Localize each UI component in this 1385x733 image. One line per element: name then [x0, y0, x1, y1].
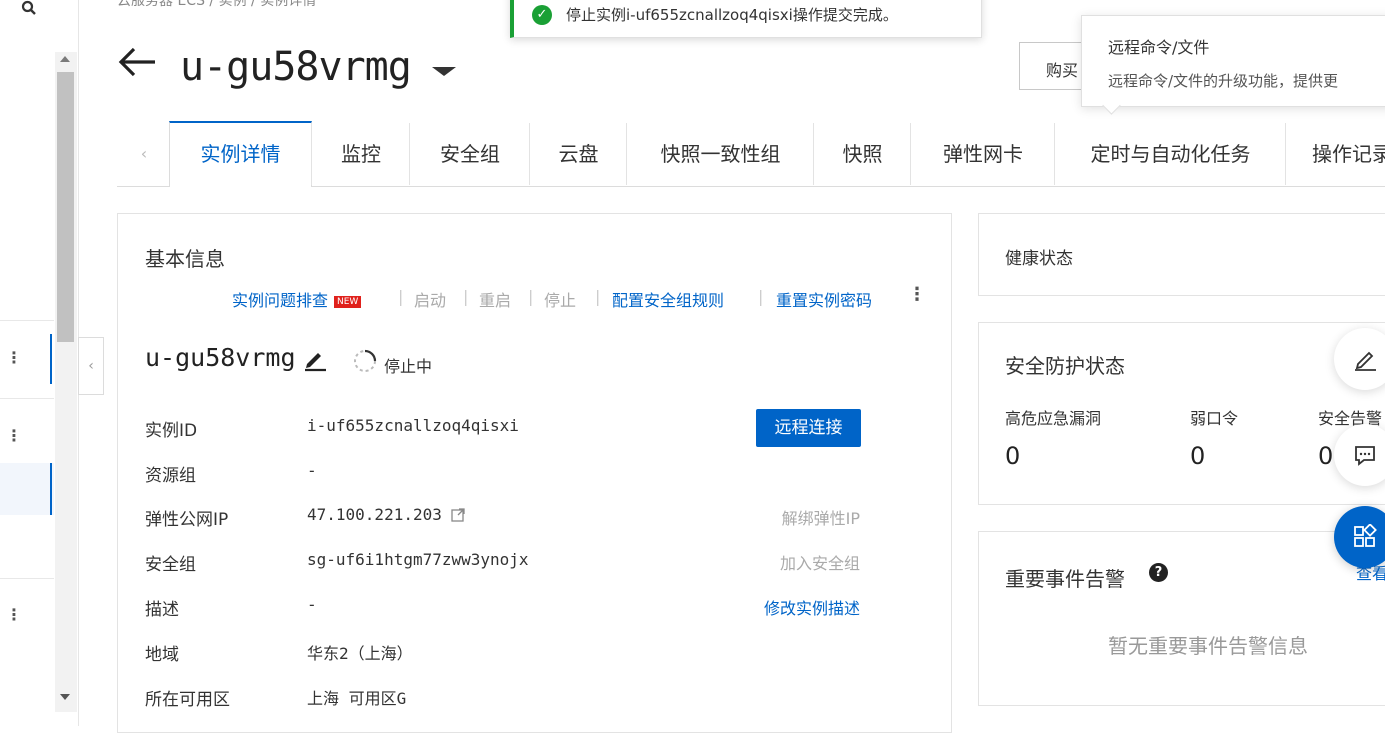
tab-snapshots[interactable]: 快照: [813, 123, 911, 185]
instance-name: u-gu58vrmg: [145, 343, 296, 372]
tab-instance-details[interactable]: 实例详情: [169, 121, 312, 187]
success-toast: ✓ 停止实例i-uf655zcnallzoq4qisxi操作提交完成。: [510, 0, 982, 38]
external-link-icon[interactable]: [450, 507, 466, 527]
apps-icon: [1354, 524, 1377, 547]
join-sg-link[interactable]: 加入安全组: [780, 550, 860, 574]
remote-connect-button[interactable]: 远程连接: [756, 409, 861, 447]
separator: |: [528, 287, 534, 306]
pencil-icon: [1355, 351, 1376, 371]
separator: |: [463, 287, 469, 306]
restart-button[interactable]: 重启: [479, 287, 511, 311]
arrow-left-icon[interactable]: [117, 45, 157, 88]
field-label: 资源组: [145, 466, 196, 486]
check-circle-icon: ✓: [532, 5, 552, 25]
sidebar-active-indicator: [50, 463, 52, 515]
tab-operation-log[interactable]: 操作记录: [1285, 123, 1385, 185]
separator: |: [595, 287, 601, 306]
sidebar-item-selected[interactable]: [0, 463, 54, 515]
tooltip-title: 远程命令/文件: [1108, 38, 1210, 57]
field-label: 描述: [145, 600, 179, 620]
start-button[interactable]: 启动: [414, 287, 446, 311]
basic-info-title: 基本信息: [145, 247, 225, 271]
events-title: 重要事件告警: [1005, 567, 1125, 591]
search-icon[interactable]: [18, 0, 40, 22]
field-label: 所在可用区: [145, 690, 230, 710]
more-actions-icon[interactable]: ⋮: [908, 284, 926, 305]
page-title: u-gu58vrmg: [180, 44, 412, 90]
troubleshoot-link[interactable]: 实例问题排查 NEW: [232, 287, 362, 311]
metric-label: 弱口令: [1190, 409, 1239, 428]
separator: |: [758, 287, 764, 306]
more-icon[interactable]: ⋮: [6, 350, 22, 366]
tab-eni[interactable]: 弹性网卡: [910, 123, 1055, 185]
tab-security-group[interactable]: 安全组: [409, 123, 530, 185]
scroll-up-icon[interactable]: [60, 56, 70, 62]
help-icon[interactable]: ?: [1149, 563, 1168, 582]
tab-scheduled-tasks[interactable]: 定时与自动化任务: [1054, 123, 1286, 185]
field-label: 弹性公网IP: [145, 510, 229, 530]
metric-label: 高危应急漏洞: [1005, 409, 1102, 428]
status-text: 停止中: [384, 357, 433, 376]
field-label: 地域: [145, 645, 179, 665]
metric-value[interactable]: 0: [1318, 442, 1333, 470]
divider: [0, 578, 54, 579]
scrollbar-thumb[interactable]: [57, 72, 74, 342]
edit-description-link[interactable]: 修改实例描述: [764, 595, 860, 619]
eip-value-link[interactable]: 47.100.221.203: [307, 505, 442, 524]
chat-icon: [1355, 446, 1375, 466]
resource-group-value: -: [307, 461, 317, 480]
config-sg-rules-link[interactable]: 配置安全组规则: [612, 287, 724, 311]
divider: [0, 398, 54, 399]
stop-button[interactable]: 停止: [544, 287, 576, 311]
more-icon[interactable]: ⋮: [6, 428, 22, 444]
tooltip-desc: 远程命令/文件的升级功能，提供更: [1108, 72, 1339, 90]
tab-scroll-left-icon[interactable]: ‹: [118, 123, 170, 185]
field-label: 实例ID: [145, 421, 198, 441]
field-label: 安全组: [145, 555, 196, 575]
chevron-down-icon[interactable]: [432, 67, 456, 76]
edit-icon[interactable]: [302, 346, 328, 372]
instance-id-value: i-uf655zcnallzoq4qisxi: [307, 416, 519, 435]
health-title: 健康状态: [1005, 249, 1073, 269]
separator: |: [398, 287, 404, 306]
scroll-down-icon[interactable]: [60, 694, 70, 700]
divider: [0, 320, 54, 321]
new-badge: NEW: [334, 295, 362, 308]
events-card: [978, 531, 1385, 706]
tab-disks[interactable]: 云盘: [529, 123, 627, 185]
tab-monitoring[interactable]: 监控: [311, 123, 410, 185]
security-group-link[interactable]: sg-uf6i1htgm77zww3ynojx: [307, 550, 529, 569]
reset-password-link[interactable]: 重置实例密码: [776, 287, 872, 311]
troubleshoot-label: 实例问题排查: [232, 291, 329, 310]
security-title: 安全防护状态: [1005, 354, 1125, 378]
sidebar-collapse-button[interactable]: ‹: [78, 337, 104, 395]
tab-snapshot-groups[interactable]: 快照一致性组: [626, 123, 814, 185]
description-value: -: [307, 595, 317, 614]
loading-spinner-icon: [352, 348, 378, 374]
more-icon[interactable]: ⋮: [6, 607, 22, 623]
toast-message: 停止实例i-uf655zcnallzoq4qisxi操作提交完成。: [566, 6, 898, 24]
metric-value[interactable]: 0: [1190, 442, 1205, 470]
region-value: 华东2（上海）: [307, 644, 413, 663]
sidebar-active-indicator: [50, 334, 52, 384]
metric-value[interactable]: 0: [1005, 442, 1020, 470]
unbind-eip-link[interactable]: 解绑弹性IP: [782, 505, 860, 529]
breadcrumb[interactable]: 云服务器 ECS / 实例 / 实例详情: [117, 0, 316, 10]
tooltip: 远程命令/文件 远程命令/文件的升级功能，提供更: [1081, 15, 1385, 107]
zone-value: 上海 可用区G: [307, 689, 407, 708]
empty-events-text: 暂无重要事件告警信息: [1108, 634, 1308, 658]
